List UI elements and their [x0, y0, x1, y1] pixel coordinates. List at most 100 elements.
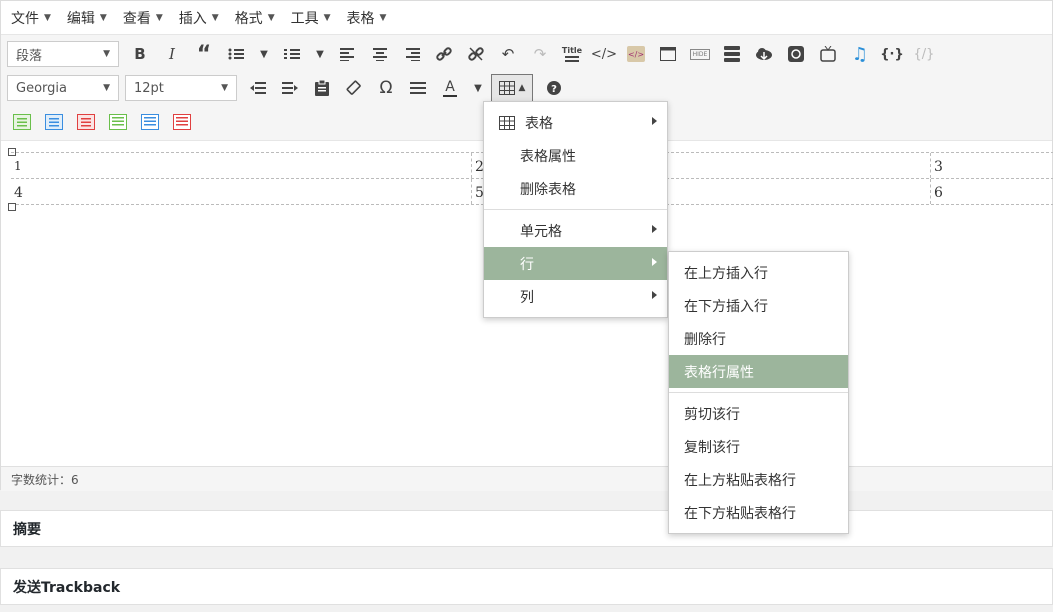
font-family-select[interactable]: Georgia ▼	[7, 75, 119, 101]
red-text-block-icon[interactable]	[71, 108, 101, 136]
row-menu-row-properties[interactable]: 表格行属性	[669, 355, 848, 388]
menu-view-label: 查看	[122, 10, 151, 27]
green-text-block-icon[interactable]	[7, 108, 37, 136]
chevron-down-icon[interactable]: ▼	[253, 40, 275, 68]
blockquote-icon[interactable]: “	[189, 40, 219, 68]
chevron-down-icon: ▼	[155, 12, 163, 23]
table-menu-table-properties[interactable]: 表格属性	[484, 139, 667, 172]
blue-text-block-icon[interactable]	[39, 108, 69, 136]
table-menu-row[interactable]: 行	[484, 247, 667, 280]
hide-icon[interactable]: HIDE	[685, 40, 715, 68]
outdent-icon[interactable]	[243, 74, 273, 102]
menu-file[interactable]: 文件 ▼	[11, 8, 51, 28]
tv-icon[interactable]	[813, 40, 843, 68]
code-block-icon[interactable]: </>	[621, 40, 651, 68]
align-right-icon[interactable]	[397, 40, 427, 68]
menu-item-label: 删除表格	[520, 181, 576, 198]
table-cell[interactable]: 1	[11, 153, 472, 178]
help-icon[interactable]: ?	[539, 74, 569, 102]
row-menu-paste-below[interactable]: 在下方粘贴表格行	[669, 496, 848, 529]
menu-edit[interactable]: 编辑 ▼	[67, 8, 107, 28]
blue-list-block-icon[interactable]	[135, 108, 165, 136]
omega-icon[interactable]: Ω	[371, 74, 401, 102]
code-icon[interactable]: </>	[589, 40, 619, 68]
music-icon[interactable]: ♫	[845, 40, 875, 68]
menu-divider	[484, 209, 667, 210]
hide-icon-label: HIDE	[689, 48, 711, 60]
svg-text:</>: </>	[628, 50, 644, 59]
bold-icon[interactable]: B	[125, 40, 155, 68]
menu-item-label: 在上方插入行	[684, 265, 768, 282]
paste-text-icon[interactable]	[307, 74, 337, 102]
table-cell[interactable]: 4	[11, 179, 472, 204]
link-icon[interactable]	[429, 40, 459, 68]
row-menu-paste-above[interactable]: 在上方粘贴表格行	[669, 463, 848, 496]
menu-insert[interactable]: 插入 ▼	[179, 8, 219, 28]
shortcode-icon[interactable]: {·}	[877, 40, 907, 68]
menu-table[interactable]: 表格 ▼	[347, 8, 387, 28]
chevron-up-icon: ▲	[518, 83, 526, 93]
menu-item-label: 在下方插入行	[684, 298, 768, 315]
chevron-down-icon[interactable]: ▼	[467, 74, 489, 102]
trackback-panel-title: 发送Trackback	[13, 579, 121, 596]
block-format-select[interactable]: 段落 ▼	[7, 41, 119, 67]
indent-icon[interactable]	[275, 74, 305, 102]
block-format-value: 段落	[16, 48, 43, 64]
title-lines	[565, 55, 579, 62]
text-color-icon[interactable]: A	[435, 74, 465, 102]
eraser-icon[interactable]	[339, 74, 369, 102]
table-menu-delete-table[interactable]: 删除表格	[484, 172, 667, 205]
menu-edit-label: 编辑	[66, 10, 95, 27]
row-menu-copy-row[interactable]: 复制该行	[669, 430, 848, 463]
table-menu-column[interactable]: 列	[484, 280, 667, 313]
menu-item-label: 在下方粘贴表格行	[684, 505, 796, 522]
horizontal-rule-icon[interactable]	[403, 74, 433, 102]
undo-icon[interactable]: ↶	[493, 40, 523, 68]
chevron-down-icon: ▼	[99, 12, 107, 23]
row-menu-delete-row[interactable]: 删除行	[669, 322, 848, 355]
unlink-icon[interactable]	[461, 40, 491, 68]
green-list-block-icon[interactable]	[103, 108, 133, 136]
table-icon	[498, 81, 515, 95]
trackback-panel[interactable]: 发送Trackback	[0, 568, 1053, 605]
text-color-glyph: A	[445, 78, 455, 95]
align-left-icon[interactable]	[333, 40, 363, 68]
row-submenu: 在上方插入行 在下方插入行 删除行 表格行属性 剪切该行 复制该行 在上方粘贴表…	[668, 251, 849, 534]
table-cell[interactable]: 6	[931, 179, 1053, 204]
redo-icon[interactable]: ↷	[525, 40, 555, 68]
table-resize-handle[interactable]	[8, 203, 16, 211]
table-button[interactable]: ▲	[491, 74, 533, 102]
row-menu-insert-above[interactable]: 在上方插入行	[669, 256, 848, 289]
chevron-down-icon[interactable]: ▼	[309, 40, 331, 68]
chevron-right-icon	[652, 117, 657, 125]
row-menu-insert-below[interactable]: 在下方插入行	[669, 289, 848, 322]
font-size-select[interactable]: 12pt ▼	[125, 75, 237, 101]
menu-tools[interactable]: 工具 ▼	[291, 8, 331, 28]
menu-format-label: 格式	[234, 10, 263, 27]
toolbar-row-1: 段落 ▼ B I “ ▼ ▼ ↶ ↷ Title </> </> HIDE ♫	[7, 40, 941, 68]
bullet-list-icon[interactable]	[221, 40, 251, 68]
curly-code-icon[interactable]: {/}	[909, 40, 939, 68]
table-menu: 表格 表格属性 删除表格 单元格 行 列	[483, 101, 668, 318]
align-center-icon[interactable]	[365, 40, 395, 68]
menu-item-label: 列	[520, 289, 534, 306]
red-list-block-icon[interactable]	[167, 108, 197, 136]
menu-item-label: 单元格	[520, 223, 562, 240]
spiral-icon[interactable]	[781, 40, 811, 68]
cloud-download-icon[interactable]	[749, 40, 779, 68]
chevron-down-icon: ▼	[211, 12, 219, 23]
title-icon[interactable]: Title	[557, 40, 587, 68]
table-menu-insert-table[interactable]: 表格	[484, 106, 667, 139]
row-menu-cut-row[interactable]: 剪切该行	[669, 397, 848, 430]
numbered-list-icon[interactable]	[277, 40, 307, 68]
excerpt-panel[interactable]: 摘要	[0, 510, 1053, 547]
menu-view[interactable]: 查看 ▼	[123, 8, 163, 28]
server-icon[interactable]	[717, 40, 747, 68]
window-icon[interactable]	[653, 40, 683, 68]
table-cell[interactable]: 3	[931, 153, 1053, 178]
menu-table-label: 表格	[346, 10, 375, 27]
table-menu-cell[interactable]: 单元格	[484, 214, 667, 247]
menu-format[interactable]: 格式 ▼	[235, 8, 275, 28]
italic-icon[interactable]: I	[157, 40, 187, 68]
menu-divider	[669, 392, 848, 393]
